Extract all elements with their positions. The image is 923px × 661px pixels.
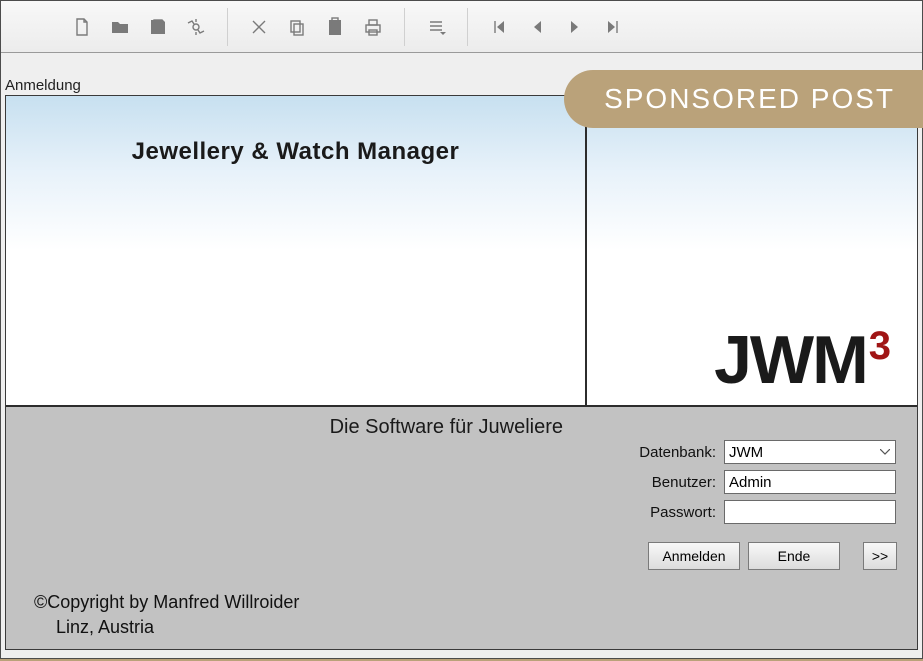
login-button[interactable]: Anmelden [648, 542, 740, 570]
first-icon[interactable] [480, 8, 518, 46]
logo-text: JWM [714, 321, 867, 399]
sponsored-badge: SPONSORED POST [564, 70, 923, 128]
password-label: Passwort: [626, 504, 724, 521]
prev-icon[interactable] [518, 8, 556, 46]
app-logo: JWM 3 [714, 321, 891, 399]
app-title: Jewellery & Watch Manager [6, 138, 585, 166]
password-input[interactable] [724, 500, 896, 524]
copyright: ©Copyright by Manfred Willroider Linz, A… [34, 590, 299, 639]
copyright-line1: ©Copyright by Manfred Willroider [34, 590, 299, 614]
print-icon[interactable] [354, 8, 392, 46]
database-label: Datenbank: [626, 444, 724, 461]
button-row: Anmelden Ende >> [648, 542, 897, 570]
save-icon[interactable] [139, 8, 177, 46]
window-title: Anmeldung [5, 77, 81, 94]
login-form: Datenbank: JWM Benutzer: Passwort: [626, 440, 899, 530]
logo-superscript: 3 [869, 324, 891, 369]
toolbar [1, 1, 922, 53]
user-label: Benutzer: [626, 474, 724, 491]
divider-vertical [585, 110, 587, 405]
database-select[interactable]: JWM [724, 440, 896, 464]
list-icon[interactable] [417, 8, 455, 46]
last-icon[interactable] [594, 8, 632, 46]
end-button[interactable]: Ende [748, 542, 840, 570]
settings-icon[interactable] [177, 8, 215, 46]
next-icon[interactable] [556, 8, 594, 46]
client-area: Anmeldung Jewellery & Watch Manager JWM … [1, 53, 922, 658]
user-input[interactable] [724, 470, 896, 494]
header-panel: Jewellery & Watch Manager JWM 3 [6, 96, 917, 407]
new-document-icon[interactable] [63, 8, 101, 46]
login-window: Jewellery & Watch Manager JWM 3 Die Soft… [5, 95, 918, 650]
paste-icon[interactable] [316, 8, 354, 46]
app-subtitle: Die Software für Juweliere [6, 416, 581, 439]
delete-icon[interactable] [240, 8, 278, 46]
more-button[interactable]: >> [863, 542, 897, 570]
open-folder-icon[interactable] [101, 8, 139, 46]
copy-icon[interactable] [278, 8, 316, 46]
copyright-line2: Linz, Austria [34, 615, 299, 639]
